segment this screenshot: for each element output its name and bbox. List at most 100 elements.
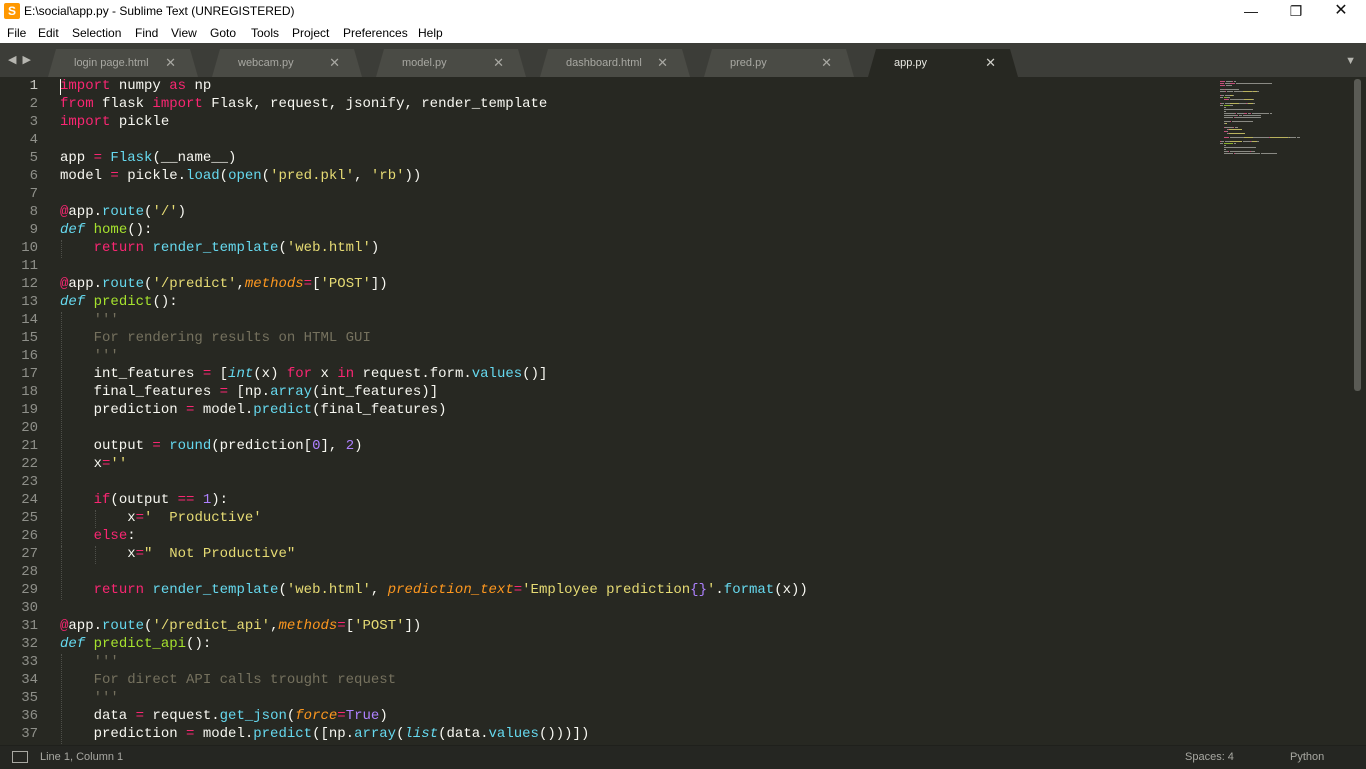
syntax-selector[interactable]: Python xyxy=(1290,751,1324,763)
code-token: (): xyxy=(127,222,153,238)
code-line[interactable]: ''' xyxy=(60,654,119,672)
code-line[interactable]: prediction = model.predict(final_feature… xyxy=(60,402,447,420)
tab-close-icon[interactable]: ✕ xyxy=(985,55,996,71)
menu-file[interactable]: File xyxy=(7,26,26,40)
menu-help[interactable]: Help xyxy=(418,26,443,40)
code-line[interactable]: int_features = [int(x) for x in request.… xyxy=(60,366,548,384)
code-area[interactable]: import numpy as np from flask import Flas… xyxy=(60,77,1226,745)
minimap-fragment xyxy=(1229,89,1239,90)
code-line[interactable]: For rendering results on HTML GUI xyxy=(60,330,371,348)
code-token: ()))]) xyxy=(538,726,590,742)
tab-webcam-py[interactable]: webcam.py ✕ xyxy=(212,49,362,77)
vertical-scrollbar[interactable] xyxy=(1354,79,1361,391)
code-token: open xyxy=(228,168,262,184)
code-line[interactable]: def home(): xyxy=(60,222,152,240)
code-line[interactable]: from flask import Flask, request, jsonif… xyxy=(60,96,547,114)
menu-edit[interactable]: Edit xyxy=(38,26,59,40)
minimap-fragment xyxy=(1223,111,1227,112)
code-token: final_features xyxy=(60,384,220,400)
code-line[interactable]: def predict(): xyxy=(60,294,178,312)
code-token: ) xyxy=(379,708,388,724)
code-token: get_json xyxy=(219,708,287,724)
tab-close-icon[interactable]: ✕ xyxy=(821,55,832,71)
menu-find[interactable]: Find xyxy=(135,26,158,40)
code-line[interactable]: else: xyxy=(60,528,136,546)
code-token: = xyxy=(202,366,212,382)
code-token: else xyxy=(93,528,128,544)
code-token: " Not Productive" xyxy=(144,546,296,562)
code-token: = xyxy=(93,150,103,166)
code-token: array xyxy=(270,384,313,400)
code-token: = xyxy=(303,276,313,292)
code-line[interactable]: For direct API calls trought request xyxy=(60,672,396,690)
tab-app-py[interactable]: app.py ✕ xyxy=(868,49,1018,77)
menu-tools[interactable]: Tools xyxy=(251,26,279,40)
code-line[interactable]: import pickle xyxy=(60,114,169,132)
tab-pred-py[interactable]: pred.py ✕ xyxy=(704,49,854,77)
tab-login-page-html[interactable]: login page.html ✕ xyxy=(48,49,198,77)
tab-list-dropdown-icon[interactable]: ▼ xyxy=(1345,55,1356,67)
code-line[interactable]: return render_template('web.html', predi… xyxy=(60,582,808,600)
code-token: ''' xyxy=(93,654,119,670)
code-token: ([np. xyxy=(312,726,355,742)
tab-close-icon[interactable]: ✕ xyxy=(329,55,340,71)
code-line[interactable]: model = pickle.load(open('pred.pkl', 'rb… xyxy=(60,168,421,186)
code-editor[interactable]: 1 2 3 4 5 6 7 8 9 10 11 12 13 14 15 16 17 18 19 20 21 22 23 24 2… xyxy=(0,77,1366,745)
code-token: Flask xyxy=(110,150,153,166)
panel-toggle-icon[interactable] xyxy=(12,751,28,763)
tab-dashboard-html[interactable]: dashboard.html ✕ xyxy=(540,49,690,77)
code-token: ) xyxy=(354,438,363,454)
menu-preferences[interactable]: Preferences xyxy=(343,26,408,40)
close-window-button[interactable]: ✕ xyxy=(1318,0,1364,23)
tab-model-py[interactable]: model.py ✕ xyxy=(376,49,526,77)
code-line[interactable]: output = round(prediction[0], 2) xyxy=(60,438,363,456)
code-line[interactable]: if(output == 1): xyxy=(60,492,228,510)
code-line[interactable]: final_features = [np.array(int_features)… xyxy=(60,384,439,402)
code-line[interactable]: app = Flask(__name__) xyxy=(60,150,236,168)
sublime-app-icon: S xyxy=(4,3,20,19)
code-line[interactable]: @app.route('/predict_api',methods=['POST… xyxy=(60,618,421,636)
code-token: pickle. xyxy=(118,168,187,184)
code-token: = xyxy=(152,438,161,454)
code-line[interactable]: return render_template('web.html') xyxy=(60,240,380,258)
code-line[interactable]: data = request.get_json(force=True) xyxy=(60,708,388,726)
code-line[interactable]: ''' xyxy=(60,690,119,708)
code-token: flask xyxy=(93,96,153,112)
code-token: . xyxy=(715,582,724,598)
code-line[interactable]: import numpy as np xyxy=(60,78,211,96)
tab-close-icon[interactable]: ✕ xyxy=(657,55,668,71)
title-bar: S E:\social\app.py - Sublime Text (UNREG… xyxy=(0,0,1366,23)
menu-goto[interactable]: Goto xyxy=(210,26,236,40)
minimap[interactable] xyxy=(1216,77,1348,745)
maximize-button[interactable]: ❐ xyxy=(1273,0,1319,23)
minimap-fragment xyxy=(1220,85,1226,86)
code-line[interactable]: ''' xyxy=(60,312,119,330)
tab-nav-arrows-icon[interactable]: ◀▶ xyxy=(8,53,37,66)
code-line[interactable]: @app.route('/predict',methods=['POST']) xyxy=(60,276,388,294)
tab-close-icon[interactable]: ✕ xyxy=(493,55,504,71)
code-line[interactable]: ''' xyxy=(60,348,119,366)
minimap-fragment xyxy=(1220,83,1224,84)
minimap-fragment xyxy=(1236,83,1273,84)
minimap-fragment xyxy=(1229,137,1244,138)
code-line[interactable]: def predict_api(): xyxy=(60,636,211,654)
menu-project[interactable]: Project xyxy=(292,26,329,40)
indentation-setting[interactable]: Spaces: 4 xyxy=(1185,751,1234,763)
tab-close-icon[interactable]: ✕ xyxy=(165,55,176,71)
code-line[interactable]: x=' Productive' xyxy=(60,510,261,528)
code-line[interactable]: prediction = model.predict([np.array(lis… xyxy=(60,726,590,744)
code-line[interactable]: x='' xyxy=(60,456,128,474)
code-token: app. xyxy=(68,204,103,220)
code-token: = xyxy=(135,708,145,724)
menu-selection[interactable]: Selection xyxy=(72,26,121,40)
code-line[interactable]: @app.route('/') xyxy=(60,204,186,222)
code-token: 'web.html' xyxy=(286,582,371,598)
minimap-fragment xyxy=(1296,137,1301,138)
code-token: '/predict_api' xyxy=(152,618,271,634)
minimize-button[interactable]: — xyxy=(1228,0,1274,23)
menu-view[interactable]: View xyxy=(171,26,197,40)
